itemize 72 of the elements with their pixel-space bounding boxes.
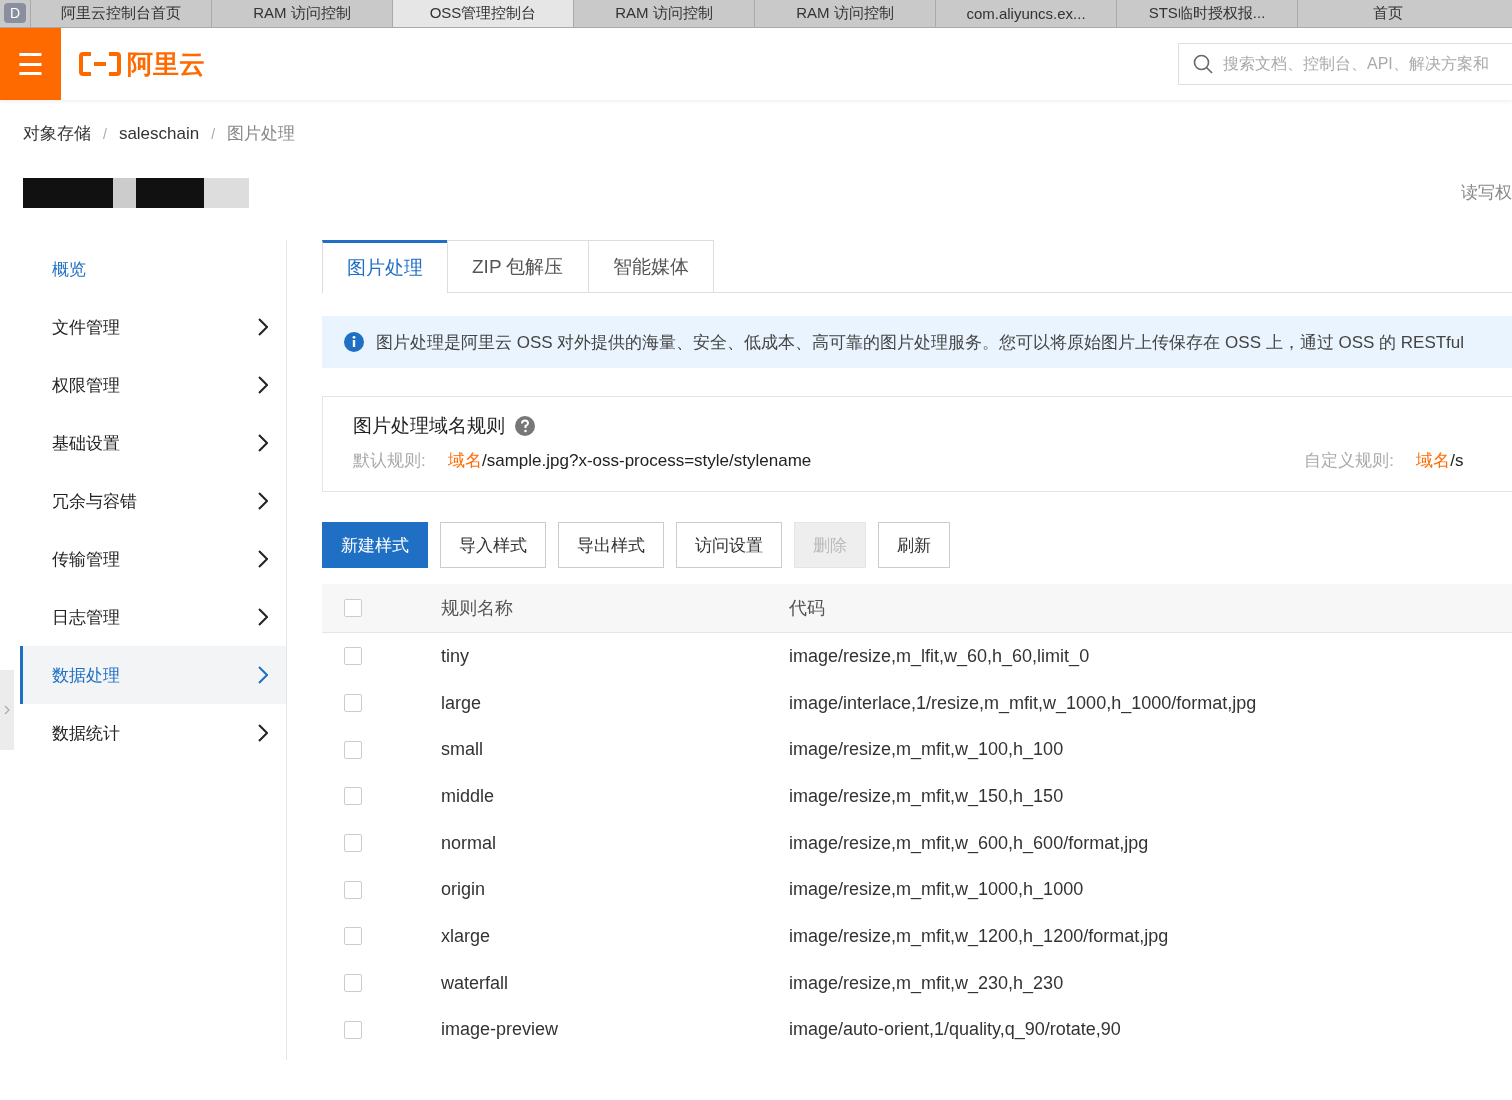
toolbar-button[interactable]: 导出样式 — [558, 522, 664, 568]
style-code-cell: image/resize,m_mfit,w_150,h_150 — [789, 785, 1064, 806]
breadcrumb-separator: / — [103, 125, 107, 142]
style-name-cell: middle — [441, 785, 495, 806]
toolbar-button[interactable]: 导入样式 — [440, 522, 546, 568]
style-code-cell: image/resize,m_mfit,w_600,h_600/format,jpg — [789, 832, 1149, 853]
chevron-right-icon — [258, 608, 268, 626]
row-checkbox[interactable] — [344, 927, 362, 946]
breadcrumb-link[interactable]: 对象存储 — [23, 122, 91, 145]
breadcrumb-link[interactable]: saleschain — [118, 123, 200, 144]
chevron-right-icon — [258, 550, 268, 568]
style-name-cell: small — [441, 739, 483, 760]
logo-text: 阿里云 — [127, 47, 205, 81]
sidebar-item[interactable]: 传输管理 — [20, 530, 286, 588]
style-name-cell: xlarge — [441, 925, 491, 946]
info-icon — [344, 332, 364, 352]
row-checkbox[interactable] — [344, 880, 362, 899]
info-text: 图片处理是阿里云 OSS 对外提供的海量、安全、低成本、高可靠的图片处理服务。您可以将原始图片上传保存在 OSS 上，通过 OSS 的 RESTful — [376, 331, 1465, 354]
sidebar-item[interactable]: 日志管理 — [20, 588, 286, 646]
chevron-right-icon — [258, 666, 268, 684]
help-icon[interactable] — [515, 416, 535, 436]
toolbar-button[interactable]: 刷新 — [878, 522, 950, 568]
chevron-right-icon — [258, 724, 268, 742]
default-rule-label: 默认规则: — [353, 450, 427, 472]
column-header: 代码 — [789, 598, 825, 618]
style-name-cell: origin — [441, 879, 486, 900]
custom-rule-label: 自定义规则: — [1304, 450, 1395, 472]
toolbar-button[interactable]: 新建样式 — [322, 522, 428, 568]
sidebar-item[interactable]: 数据统计 — [20, 704, 286, 762]
chevron-right-icon — [258, 318, 268, 336]
row-checkbox[interactable] — [344, 834, 362, 853]
style-code-cell: image/resize,m_mfit,w_1000,h_1000 — [789, 879, 1084, 900]
style-code-cell: image/auto-orient,1/quality,q_90/rotate,90 — [789, 1019, 1121, 1040]
toolbar-button[interactable]: 访问设置 — [676, 522, 782, 568]
sidebar-item[interactable]: 文件管理 — [20, 298, 286, 356]
style-code-cell: image/resize,m_lfit,w_60,h_60,limit_0 — [789, 645, 1090, 666]
row-checkbox[interactable] — [344, 787, 362, 806]
default-rule-value: 域名/sample.jpg?x-oss-process=style/stylename — [448, 450, 812, 472]
tab[interactable]: 图片处理 — [322, 240, 448, 293]
style-code-cell: image/resize,m_mfit,w_230,h_230 — [789, 972, 1064, 993]
sidebar-item[interactable]: 基础设置 — [20, 414, 286, 472]
style-name-cell: waterfall — [441, 972, 509, 993]
sidebar-item[interactable]: 冗余与容错 — [20, 472, 286, 530]
sidebar-item[interactable]: 数据处理 — [20, 646, 286, 704]
chevron-right-icon — [258, 492, 268, 510]
select-all-checkbox[interactable] — [344, 599, 362, 617]
search-icon — [1193, 54, 1213, 74]
breadcrumb-separator: / — [211, 125, 216, 142]
row-checkbox[interactable] — [344, 694, 362, 713]
sidebar-item[interactable]: 权限管理 — [20, 356, 286, 414]
sidebar-item[interactable]: 概览 — [20, 240, 286, 298]
style-name-cell: tiny — [441, 645, 469, 666]
row-checkbox[interactable] — [344, 647, 362, 666]
row-checkbox[interactable] — [344, 1020, 362, 1039]
column-header: 规则名称 — [441, 598, 513, 618]
chevron-right-icon — [258, 376, 268, 394]
style-name-cell: image-preview — [441, 1019, 559, 1040]
style-name-cell: large — [441, 692, 482, 713]
style-code-cell: image/resize,m_mfit,w_100,h_100 — [789, 739, 1064, 760]
rules-title: 图片处理域名规则 — [353, 414, 505, 438]
style-code-cell: image/resize,m_mfit,w_1200,h_1200/format,jpg — [789, 925, 1169, 946]
chevron-right-icon — [258, 434, 268, 452]
bucket-permission-label: 读写权 — [1461, 182, 1512, 204]
row-checkbox[interactable] — [344, 974, 362, 993]
logo-icon — [79, 51, 121, 77]
tab[interactable]: 智能媒体 — [587, 240, 714, 292]
browser-tab[interactable]: OSS管理控制台 — [392, 0, 573, 27]
sidebar-collapse-handle[interactable] — [0, 670, 14, 750]
style-code-cell: image/interlace,1/resize,m_mfit,w_1000,h_1000/format,jpg — [789, 692, 1257, 713]
style-name-cell: normal — [441, 832, 497, 853]
custom-rule-value: 域名/s — [1416, 450, 1464, 472]
row-checkbox[interactable] — [344, 740, 362, 759]
